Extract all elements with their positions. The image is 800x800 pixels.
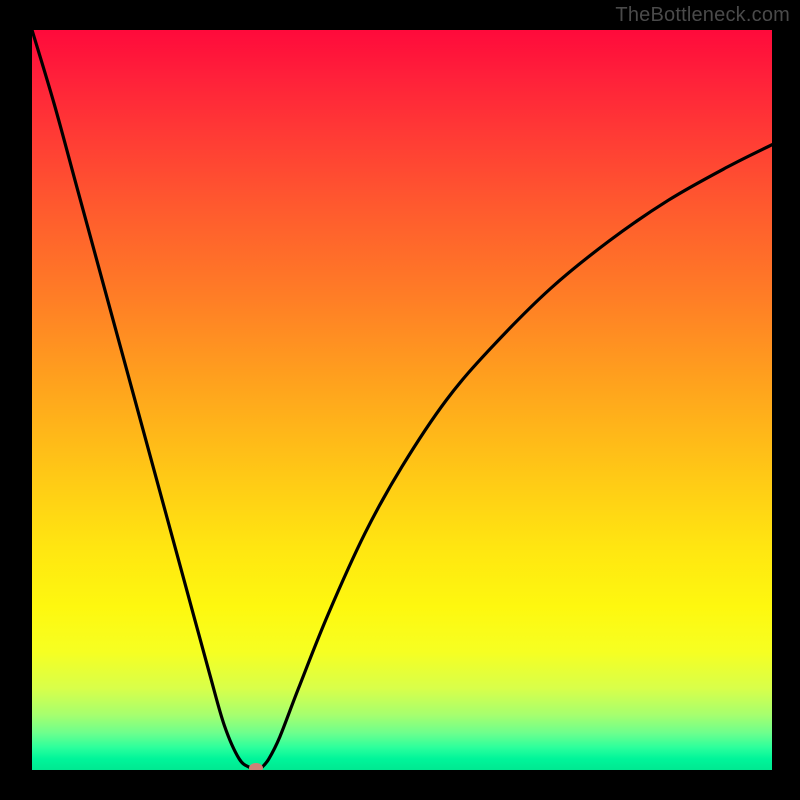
curve-path xyxy=(32,30,772,770)
watermark-text: TheBottleneck.com xyxy=(615,4,790,27)
plot-area xyxy=(32,30,772,770)
chart-frame: TheBottleneck.com xyxy=(0,0,800,800)
bottleneck-curve xyxy=(32,30,772,770)
minimum-marker xyxy=(249,763,263,770)
